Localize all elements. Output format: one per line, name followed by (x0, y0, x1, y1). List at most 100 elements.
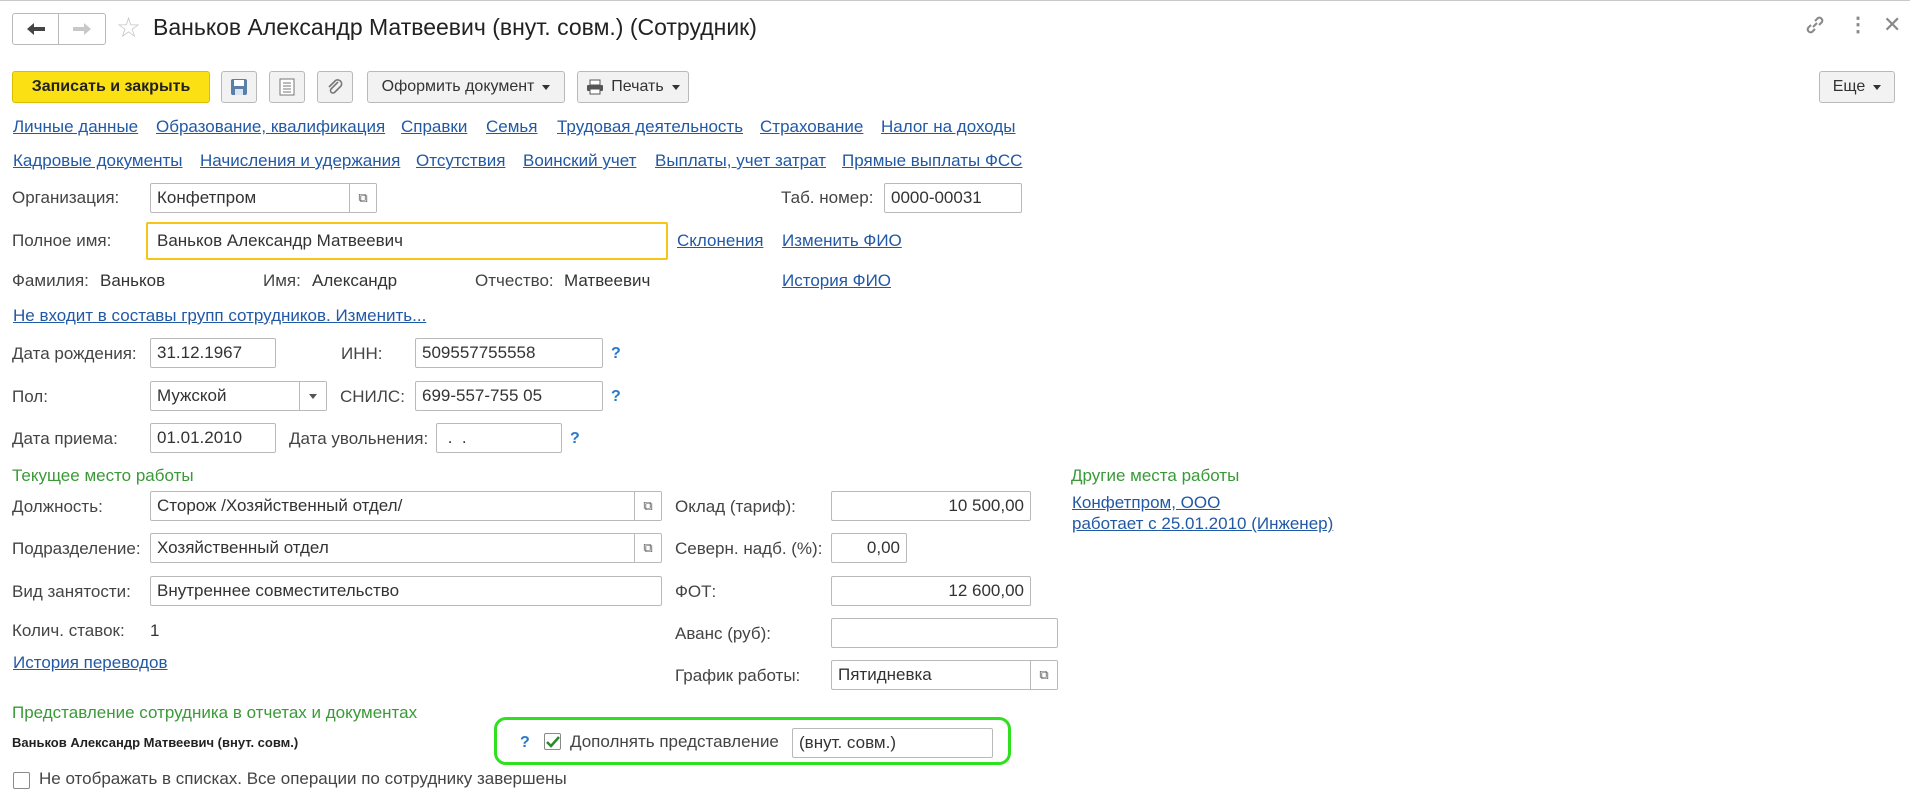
birth-field[interactable]: 31.12.1967 (150, 338, 276, 368)
tab-military[interactable]: Воинский учет (523, 151, 636, 171)
more-vert-icon[interactable]: ⋮ (1848, 12, 1868, 37)
other-since-link[interactable]: работает с 25.01.2010 (Инженер) (1072, 514, 1333, 534)
list-button[interactable] (269, 71, 305, 103)
chevron-down-icon (1873, 84, 1882, 90)
arrow-right-icon (72, 23, 91, 35)
fire-value: . . (443, 428, 467, 447)
emp-type-field[interactable]: Внутреннее совместительство (150, 576, 662, 606)
tab-payments[interactable]: Выплаты, учет затрат (655, 151, 826, 171)
tab-income-tax[interactable]: Налог на доходы (881, 117, 1016, 137)
birth-label: Дата рождения: (12, 344, 137, 363)
salary-label: Оклад (тариф): (675, 497, 796, 516)
schedule-label: График работы: (675, 666, 801, 685)
surname-label: Фамилия: (12, 271, 89, 290)
snils-field[interactable]: 699-557-755 05 (415, 381, 603, 411)
fire-label: Дата увольнения: (289, 429, 429, 448)
print-label: Печать (611, 78, 664, 95)
patronymic-label: Отчество: (475, 271, 554, 290)
dept-label: Подразделение: (12, 539, 141, 558)
representation-heading: Представление сотрудника в отчетах и док… (12, 703, 418, 722)
supplement-checkbox[interactable] (544, 733, 561, 750)
schedule-value: Пятидневка (838, 665, 932, 684)
position-label: Должность: (12, 497, 103, 516)
tab-accruals[interactable]: Начисления и удержания (200, 151, 400, 171)
tab-number-field[interactable]: 0000-00031 (884, 183, 1022, 213)
create-document-button[interactable]: Оформить документ (367, 71, 565, 103)
inn-field[interactable]: 509557755558 (415, 338, 603, 368)
open-icon[interactable]: ⧉ (634, 492, 661, 520)
transfer-history-link[interactable]: История переводов (13, 653, 168, 673)
tab-labor-activity[interactable]: Трудовая деятельность (557, 117, 743, 137)
change-fio-link[interactable]: Изменить ФИО (782, 231, 902, 251)
rates-value: 1 (150, 621, 160, 640)
inn-help-icon[interactable]: ? (611, 345, 621, 363)
tab-family[interactable]: Семья (486, 117, 537, 137)
advance-field[interactable] (831, 618, 1058, 648)
name-label: Имя: (263, 271, 301, 290)
fire-field[interactable]: . . (436, 423, 562, 453)
tab-hr-documents[interactable]: Кадровые документы (13, 151, 182, 171)
open-icon[interactable]: ⧉ (349, 184, 376, 212)
chevron-down-icon (542, 84, 551, 90)
dept-field[interactable]: Хозяйственный отдел ⧉ (150, 533, 662, 563)
floppy-icon (231, 79, 247, 95)
patronymic-value: Матвеевич (564, 271, 651, 290)
favorite-star-icon[interactable]: ☆ (116, 12, 141, 44)
supplement-field[interactable]: (внут. совм.) (792, 728, 993, 758)
chevron-down-icon (671, 84, 680, 90)
snils-help-icon[interactable]: ? (611, 388, 621, 406)
birth-value: 31.12.1967 (157, 343, 243, 362)
paperclip-icon (328, 79, 343, 94)
tab-absences[interactable]: Отсутствия (416, 151, 505, 171)
fullname-field[interactable]: Ваньков Александр Матвеевич (146, 222, 668, 260)
tab-insurance[interactable]: Страхование (760, 117, 863, 137)
emp-type-label: Вид занятости: (12, 582, 131, 601)
hire-field[interactable]: 01.01.2010 (150, 423, 276, 453)
north-value: 0,00 (866, 538, 900, 557)
dropdown-arrow-icon[interactable] (299, 382, 326, 410)
salary-field[interactable]: 10 500,00 (831, 491, 1031, 521)
declension-link[interactable]: Склонения (677, 231, 763, 251)
inn-label: ИНН: (341, 344, 383, 363)
north-label: Северн. надб. (%): (675, 539, 823, 558)
advance-label: Аванс (руб): (675, 624, 771, 643)
document-list-icon (279, 78, 295, 96)
fullname-value: Ваньков Александр Матвеевич (157, 231, 404, 250)
tab-education[interactable]: Образование, квалификация (156, 117, 385, 137)
representation-help-icon[interactable]: ? (520, 734, 530, 752)
emp-type-value: Внутреннее совместительство (157, 581, 400, 600)
groups-link[interactable]: Не входит в составы групп сотрудников. И… (13, 306, 426, 326)
north-field[interactable]: 0,00 (831, 533, 907, 563)
close-icon[interactable]: ✕ (1883, 12, 1901, 38)
save-close-button[interactable]: Записать и закрыть (12, 71, 210, 103)
save-button[interactable] (221, 71, 257, 103)
tab-fss-payments[interactable]: Прямые выплаты ФСС (842, 151, 1022, 171)
tab-personal-data[interactable]: Личные данные (13, 117, 138, 137)
more-button[interactable]: Еще (1819, 71, 1895, 103)
other-work-heading: Другие места работы (1071, 466, 1240, 485)
representation-name: Ваньков Александр Матвеевич (внут. совм.… (12, 735, 299, 750)
other-org-link[interactable]: Конфетпром, ООО (1072, 493, 1220, 513)
open-icon[interactable]: ⧉ (634, 534, 661, 562)
supplement-label: Дополнять представление (570, 732, 779, 751)
org-field[interactable]: Конфетпром ⧉ (150, 183, 377, 213)
fot-field[interactable]: 12 600,00 (831, 576, 1031, 606)
attach-button[interactable] (317, 71, 353, 103)
fullname-label: Полное имя: (12, 231, 112, 250)
snils-label: СНИЛС: (340, 387, 405, 406)
gender-select[interactable]: Мужской (150, 381, 327, 411)
salary-value: 10 500,00 (948, 496, 1024, 515)
position-field[interactable]: Сторож /Хозяйственный отдел/ ⧉ (150, 491, 662, 521)
printer-icon (587, 79, 604, 95)
print-button[interactable]: Печать (577, 71, 689, 103)
open-icon[interactable]: ⧉ (1030, 661, 1057, 689)
tab-certificates[interactable]: Справки (401, 117, 467, 137)
schedule-field[interactable]: Пятидневка ⧉ (831, 660, 1058, 690)
fire-help-icon[interactable]: ? (570, 430, 580, 448)
back-button[interactable] (13, 14, 59, 44)
history-fio-link[interactable]: История ФИО (782, 271, 891, 291)
link-icon[interactable] (1804, 14, 1826, 42)
org-label: Организация: (12, 188, 120, 207)
forward-button[interactable] (59, 14, 104, 44)
hide-checkbox[interactable] (13, 772, 30, 789)
